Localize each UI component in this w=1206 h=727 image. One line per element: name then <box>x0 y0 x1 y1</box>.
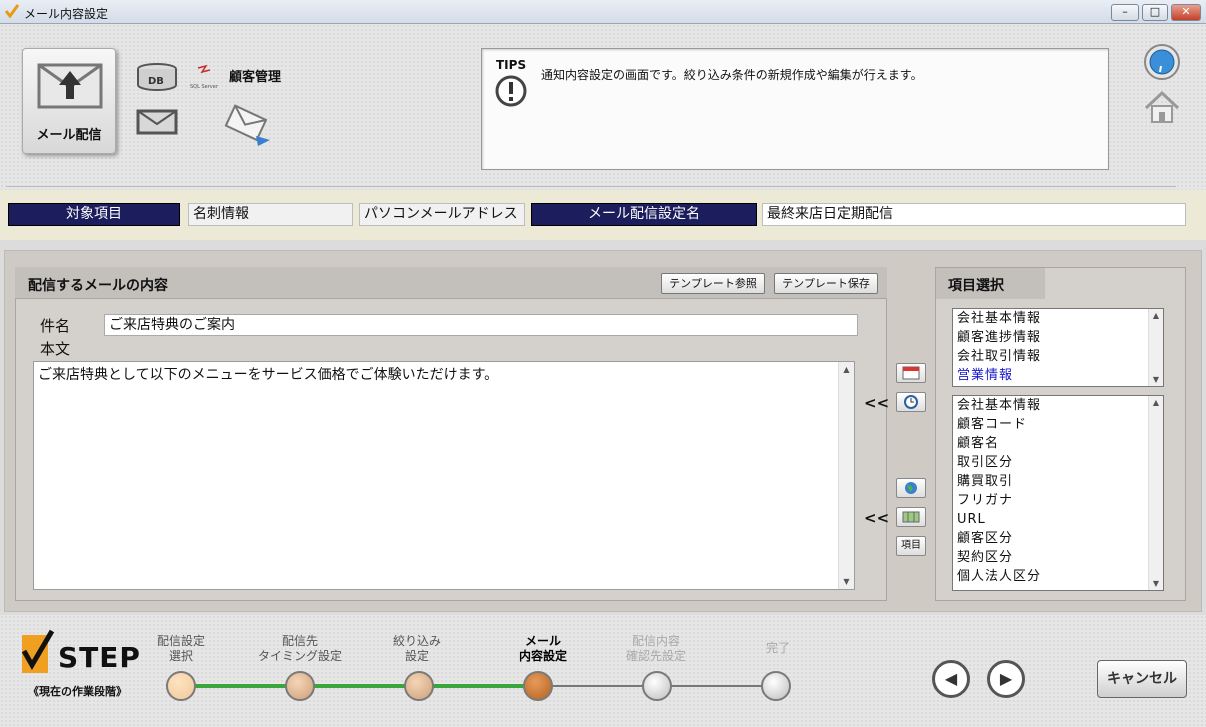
list-item[interactable]: 会社基本情報 <box>957 396 1163 415</box>
maximize-button[interactable]: □ <box>1142 4 1168 21</box>
tips-text: 通知内容設定の画面です。絞り込み条件の新規作成や編集が行えます。 <box>541 68 923 82</box>
window-title: メール内容設定 <box>24 7 109 21</box>
list-item[interactable]: 購買取引 <box>957 472 1163 491</box>
list-item[interactable]: 会社取引情報 <box>957 347 1163 366</box>
subject-input[interactable]: ご来店特典のご案内 <box>104 314 858 336</box>
body-scrollbar[interactable]: ▲ ▼ <box>838 362 854 589</box>
app-icon <box>5 4 19 18</box>
exclamation-icon <box>495 75 527 107</box>
scroll-down-arrow[interactable]: ▼ <box>839 577 854 586</box>
step-label-5: 配信内容 確認先設定 <box>625 634 686 663</box>
step-caption: 《現在の作業段階》 <box>28 685 127 698</box>
sql-server-logo: SQL Server <box>190 64 219 90</box>
mail-tile-label: メール配信 <box>36 128 102 143</box>
clock-icon <box>904 395 918 409</box>
item-insert-button[interactable]: 項目 <box>896 536 926 556</box>
calendar-insert-button[interactable] <box>896 363 926 383</box>
mail-panel-title: 配信するメールの内容 <box>28 278 168 294</box>
step-label-3: 絞り込み 設定 <box>392 634 441 663</box>
database-icon[interactable]: DB <box>136 62 178 92</box>
list-item[interactable]: フリガナ <box>957 491 1163 510</box>
step-dot-6 <box>761 671 791 701</box>
category-scrollbar[interactable]: ▲ ▼ <box>1148 309 1163 386</box>
step-dot-1 <box>166 671 196 701</box>
globe-icon <box>905 482 917 494</box>
category-list[interactable]: 会社基本情報 顧客進捗情報 会社取引情報 営業情報 <box>952 308 1164 387</box>
minimize-button[interactable]: – <box>1111 4 1139 21</box>
list-item[interactable]: 顧客コード <box>957 415 1163 434</box>
target-item-label: 対象項目 <box>8 203 180 226</box>
next-button[interactable]: ▶ <box>987 660 1025 698</box>
list-item[interactable]: 個人法人区分 <box>957 567 1163 586</box>
field-list[interactable]: 会社基本情報 顧客コード 顧客名 取引区分 購買取引 フリガナ URL 顧客区分… <box>952 395 1164 591</box>
map-insert-button[interactable] <box>896 507 926 527</box>
list-item[interactable]: 顧客名 <box>957 434 1163 453</box>
scroll-up-arrow[interactable]: ▲ <box>1149 398 1163 407</box>
header-divider <box>6 186 1176 187</box>
map-icon <box>902 511 920 523</box>
step-logo-text: STEP <box>58 641 141 674</box>
target-value-2: パソコンメールアドレス <box>359 203 525 226</box>
close-button[interactable]: ✕ <box>1171 4 1201 21</box>
scroll-up-arrow[interactable]: ▲ <box>839 365 854 374</box>
clock-insert-button[interactable] <box>896 392 926 412</box>
tips-label: TIPS <box>496 58 527 72</box>
setting-name-value: 最終来店日定期配信 <box>762 203 1186 226</box>
insert-arrow-1[interactable]: << <box>864 394 889 412</box>
sql-server-text: SQL Server <box>190 84 219 90</box>
step-dot-3 <box>404 671 434 701</box>
send-mail-icon[interactable] <box>220 102 272 148</box>
customer-management-label[interactable]: 顧客管理 <box>229 66 281 85</box>
step-label-2: 配信先 タイミング設定 <box>257 634 342 663</box>
list-item[interactable]: URL <box>957 510 1163 529</box>
subject-label: 件名 <box>40 317 71 335</box>
step-dot-4 <box>523 671 553 701</box>
help-icon[interactable] <box>1142 42 1182 82</box>
step-logo-icon <box>21 629 55 673</box>
step-label-4: メール 内容設定 <box>518 634 567 663</box>
title-bar <box>0 0 1206 24</box>
body-textarea[interactable]: ご来店特典として以下のメニューをサービス価格でご体験いただけます。 <box>33 361 855 590</box>
step-label-1: 配信設定 選択 <box>156 634 205 663</box>
cancel-button[interactable]: キャンセル <box>1097 660 1187 698</box>
body-label: 本文 <box>40 340 71 358</box>
progress-line-done <box>181 684 543 688</box>
list-item[interactable]: 顧客進捗情報 <box>957 328 1163 347</box>
mail-icon[interactable] <box>136 108 178 136</box>
home-icon[interactable] <box>1142 88 1182 128</box>
target-value-1: 名刺情報 <box>188 203 353 226</box>
scroll-up-arrow[interactable]: ▲ <box>1149 311 1163 320</box>
calendar-icon <box>902 366 920 380</box>
list-item[interactable]: 顧客区分 <box>957 529 1163 548</box>
scroll-down-arrow[interactable]: ▼ <box>1149 375 1163 384</box>
step-dot-5 <box>642 671 672 701</box>
globe-insert-button[interactable] <box>896 478 926 498</box>
item-panel-title: 項目選択 <box>948 278 1004 294</box>
db-icon-text: DB <box>148 76 164 87</box>
list-item[interactable]: 契約区分 <box>957 548 1163 567</box>
step-label-6: 完了 <box>765 641 790 655</box>
scroll-down-arrow[interactable]: ▼ <box>1149 579 1163 588</box>
list-item[interactable]: 会社基本情報 <box>957 309 1163 328</box>
field-scrollbar[interactable]: ▲ ▼ <box>1148 396 1163 590</box>
mail-upload-icon <box>37 63 103 109</box>
prev-button[interactable]: ◀ <box>932 660 970 698</box>
insert-arrow-2[interactable]: << <box>864 509 889 527</box>
list-item-selected[interactable]: 営業情報 <box>957 366 1163 385</box>
template-save-button[interactable]: テンプレート保存 <box>774 273 878 294</box>
step-dot-2 <box>285 671 315 701</box>
setting-name-label: メール配信設定名 <box>531 203 757 226</box>
template-reference-button[interactable]: テンプレート参照 <box>661 273 765 294</box>
list-item[interactable]: 取引区分 <box>957 453 1163 472</box>
